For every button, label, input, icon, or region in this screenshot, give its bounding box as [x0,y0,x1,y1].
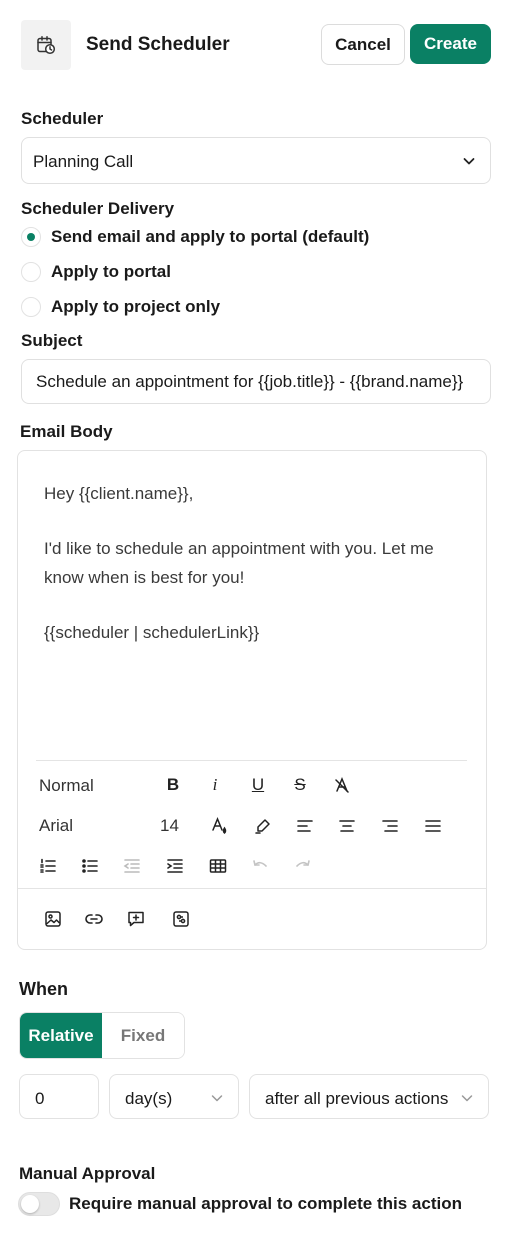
text-color-icon[interactable] [209,815,231,837]
image-icon[interactable] [42,908,64,930]
strikethrough-icon[interactable]: S [289,774,311,796]
chevron-down-icon [462,154,476,173]
heading-select[interactable]: Normal [39,776,94,796]
radio-checked[interactable] [21,227,41,247]
link-icon[interactable] [83,908,105,930]
trigger-select[interactable]: after all previous actions [249,1074,489,1119]
variable-icon[interactable] [170,908,192,930]
amount-input[interactable]: 0 [19,1074,99,1119]
trigger-value: after all previous actions [265,1089,449,1108]
delivery-option-email-portal[interactable]: Send email and apply to portal (default) [21,225,369,249]
radio-unchecked[interactable] [21,297,41,317]
add-comment-icon[interactable] [125,908,147,930]
align-center-icon[interactable] [336,815,358,837]
header: Send Scheduler Cancel Create [21,20,491,70]
chevron-down-icon [206,1091,224,1110]
highlight-icon[interactable] [252,815,274,837]
radio-unchecked[interactable] [21,262,41,282]
email-body-line: Hey {{client.name}}, [44,484,194,503]
email-body-content[interactable]: Hey {{client.name}}, I'd like to schedul… [44,479,464,673]
align-justify-icon[interactable] [422,815,444,837]
subject-input[interactable] [22,360,490,403]
italic-icon[interactable]: i [204,774,226,796]
when-mode-toggle: Relative Fixed [19,1012,185,1059]
unit-select[interactable]: day(s) [109,1074,239,1119]
delivery-label: Scheduler Delivery [21,199,175,218]
delivery-option-label: Apply to portal [51,262,171,281]
page-title: Send Scheduler [86,34,230,55]
ordered-list-icon[interactable] [37,855,59,877]
bullet-list-icon[interactable] [79,855,101,877]
toggle-knob [21,1195,39,1213]
align-left-icon[interactable] [294,815,316,837]
create-button[interactable]: Create [410,24,491,64]
undo-icon[interactable] [249,855,271,877]
unit-value: day(s) [125,1089,173,1108]
manual-approval-toggle[interactable] [18,1192,60,1216]
delivery-option-project[interactable]: Apply to project only [21,295,220,319]
email-body-label: Email Body [20,422,113,441]
cancel-button[interactable]: Cancel [321,24,405,65]
delivery-option-portal[interactable]: Apply to portal [21,260,171,284]
chevron-down-icon [456,1091,474,1110]
indent-icon[interactable] [164,855,186,877]
scheduler-select[interactable]: Planning Call [21,137,491,184]
amount-value: 0 [35,1089,45,1108]
calendar-clock-icon [21,20,71,70]
underline-icon[interactable]: U [247,774,269,796]
font-family-select[interactable]: Arial [39,816,73,836]
redo-icon[interactable] [292,855,314,877]
manual-approval-label: Manual Approval [19,1164,156,1183]
clear-format-icon[interactable] [331,774,353,796]
mode-fixed-button[interactable]: Fixed [102,1013,184,1058]
mode-relative-button[interactable]: Relative [20,1013,102,1058]
delivery-option-label: Send email and apply to portal (default) [51,227,370,246]
table-icon[interactable] [207,855,229,877]
when-label: When [19,979,68,999]
email-body-line: {{scheduler | schedulerLink}} [44,623,260,642]
email-body-editor[interactable]: Hey {{client.name}}, I'd like to schedul… [17,450,487,950]
scheduler-selected-value: Planning Call [33,152,134,171]
font-size-select[interactable]: 14 [160,816,179,836]
subject-field[interactable] [21,359,491,404]
align-right-icon[interactable] [379,815,401,837]
email-body-line: I'd like to schedule an appointment with… [44,539,434,587]
toolbar-divider [36,760,467,761]
delivery-option-label: Apply to project only [51,297,221,316]
bold-icon[interactable]: B [162,774,184,796]
scheduler-label: Scheduler [21,109,104,128]
manual-approval-toggle-label: Require manual approval to complete this… [69,1194,462,1213]
subject-label: Subject [21,331,83,350]
toolbar-divider [18,888,486,889]
outdent-icon[interactable] [121,855,143,877]
